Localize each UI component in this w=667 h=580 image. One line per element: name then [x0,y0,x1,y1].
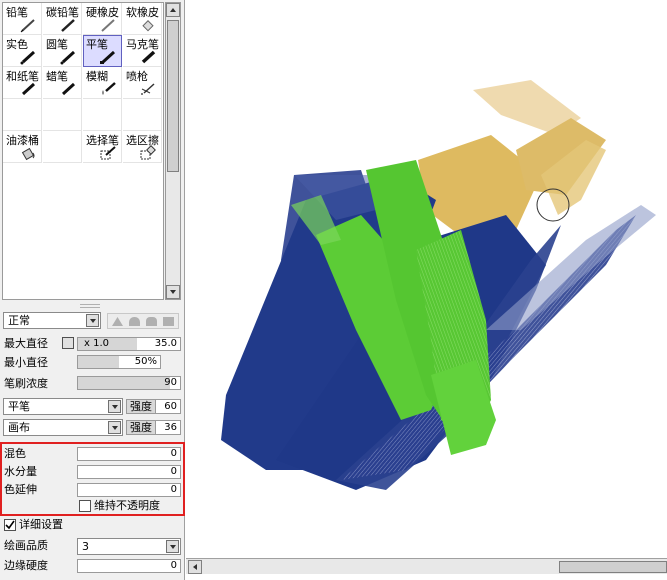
panel-splitter[interactable] [80,304,100,308]
water-value: 0 [170,466,177,477]
color-stretch-label: 色延伸 [4,483,37,496]
tool-flat-brush[interactable]: 平笔 [83,35,122,67]
edge-hardness-label: 边缘硬度 [4,559,48,572]
density-slider[interactable]: 90 [77,376,181,390]
quality-select[interactable]: 3 [77,538,181,555]
quality-value: 3 [82,540,89,553]
brush-shape-select[interactable]: 平笔 [3,398,123,415]
selection-pen-icon [100,146,116,160]
min-diameter-value: 50% [134,356,157,367]
paint-strokes [221,80,656,490]
max-diameter-label: 最大直径 [4,337,48,350]
water-label: 水分量 [4,465,37,478]
chevron-down-icon [108,421,121,434]
tool-selection-eraser[interactable]: 选区擦 [123,131,162,163]
scroll-down-button[interactable] [166,285,180,299]
tool-round-brush[interactable]: 圆笔 [43,35,82,67]
charcoal-pencil-icon [61,19,75,32]
scroll-up-button[interactable] [166,3,180,17]
blending-value: 0 [170,448,177,459]
tool-paint-bucket[interactable]: 油漆桶 [3,131,42,163]
texture-strength-label: 强度 [126,420,156,435]
brush-strength-label: 强度 [126,399,156,414]
advanced-settings-checkbox[interactable] [4,519,16,531]
min-diameter-label: 最小直径 [4,356,48,369]
tool-selection-pen[interactable]: 选择笔 [83,131,122,163]
drawing-canvas[interactable] [186,0,667,558]
round-brush-icon [60,50,76,65]
washi-brush-icon [21,82,36,96]
checkmark-icon [5,520,15,530]
blending-label: 混色 [4,447,26,460]
keep-opacity-label: 维持不透明度 [94,499,160,512]
max-diameter-value: 35.0 [154,338,177,349]
crayon-icon [61,82,76,96]
density-value: 90 [164,377,177,388]
tool-airbrush[interactable]: 喷枪 [123,67,162,99]
advanced-settings-label: 详细设置 [19,518,63,531]
blend-mode-select[interactable]: 正常 [3,312,101,329]
selection-eraser-icon [140,145,156,160]
water-slider[interactable]: 0 [77,465,181,479]
chevron-down-icon [166,540,179,553]
texture-value: 画布 [8,421,30,434]
scroll-thumb[interactable] [167,20,179,172]
keep-opacity-checkbox[interactable] [79,500,91,512]
texture-strength-value[interactable]: 36 [155,420,181,435]
quality-label: 绘画品质 [4,539,48,552]
brush-shape-value: 平笔 [8,400,30,413]
brush-shape-presets[interactable] [107,313,179,329]
scroll-left-button[interactable] [188,560,202,574]
max-diameter-menu-button[interactable] [62,337,74,349]
flat-brush-icon [100,50,116,64]
pencil-icon [20,19,35,33]
edge-hardness-slider[interactable]: 0 [77,559,181,573]
tool-pencil[interactable]: 铅笔 [3,3,42,35]
airbrush-icon [141,83,155,95]
density-label: 笔刷浓度 [4,377,48,390]
max-diameter-slider[interactable]: x 1.0 35.0 [77,337,181,351]
tool-crayon[interactable]: 蜡笔 [43,67,82,99]
solid-brush-icon [20,50,36,65]
scroll-thumb[interactable] [559,561,667,573]
brush-strength-value[interactable]: 60 [155,399,181,414]
chevron-down-icon [86,314,99,327]
square-shape-icon[interactable] [163,317,174,326]
tool-solid[interactable]: 实色 [3,35,42,67]
tool-charcoal-pencil[interactable]: 碳铅笔 [43,3,82,35]
texture-select[interactable]: 画布 [3,419,123,436]
soft-eraser-icon [142,20,154,32]
tool-slot-empty [123,99,162,131]
tool-blur[interactable]: 模糊 [83,67,122,99]
brush-tool-grid: 铅笔 碳铅笔 硬橡皮 软橡皮 实色 圆笔 平笔 马克笔 和纸笔 蜡笔 模糊 喷枪… [2,2,164,300]
chevron-down-icon [108,400,121,413]
marker-icon [141,50,156,64]
blend-mode-value: 正常 [8,314,30,327]
tool-grid-scrollbar[interactable] [165,2,181,300]
color-stretch-value: 0 [170,484,177,495]
max-diameter-multiplier: x 1.0 [84,338,109,349]
tool-slot-empty [43,99,82,131]
color-stretch-slider[interactable]: 0 [77,483,181,497]
blur-drop-icon [102,82,116,95]
eraser-icon [101,19,115,32]
canvas-horizontal-scrollbar[interactable] [186,558,667,574]
tool-slot-empty [43,131,82,163]
tool-slot-empty [83,99,122,131]
tool-panel: 铅笔 碳铅笔 硬橡皮 软橡皮 实色 圆笔 平笔 马克笔 和纸笔 蜡笔 模糊 喷枪… [0,0,185,580]
tool-slot-empty [3,99,42,131]
triangle-shape-icon[interactable] [112,317,123,326]
tool-soft-eraser[interactable]: 软橡皮 [123,3,162,35]
paint-bucket-icon [21,147,35,161]
blending-slider[interactable]: 0 [77,447,181,461]
tool-marker[interactable]: 马克笔 [123,35,162,67]
tool-hard-eraser[interactable]: 硬橡皮 [83,3,122,35]
dome-shape-icon[interactable] [146,317,157,326]
round-shape-icon[interactable] [129,317,140,326]
min-diameter-slider[interactable]: 50% [77,355,161,369]
tool-washi-brush[interactable]: 和纸笔 [3,67,42,99]
edge-hardness-value: 0 [170,560,177,571]
